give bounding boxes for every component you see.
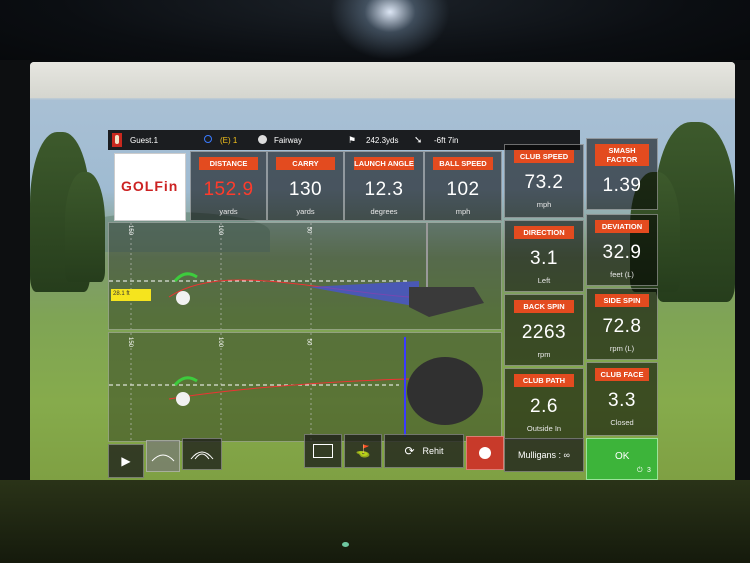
swing-icon: ⛳ [355,444,371,458]
mulligans-label: Mulligans : ∞ [518,450,570,460]
circle-icon [204,135,212,143]
stat-label: SIDE SPIN [594,294,650,307]
flag-distance-label: 28.1 ft [113,291,130,297]
yard-mark-50: 50 [305,338,312,346]
low-trajectory-button[interactable] [146,440,180,472]
score-label: (E) 1 [220,135,238,145]
stat-label: CLUB FACE [594,368,650,381]
stat-label: BACK SPIN [513,300,575,313]
stat-label: LAUNCH ANGLE [353,157,415,170]
floor [0,480,750,563]
yard-mark-150: 150 [127,224,134,236]
stat-smash-factor: SMASH FACTOR 1.39 [586,138,658,210]
stat-label: SMASH FACTOR [594,144,650,166]
power-icon: ⏻ [637,467,643,474]
stat-club-face: CLUB FACE 3.3 Closed [586,362,658,436]
stat-back-spin: BACK SPIN 2263 rpm [504,294,584,366]
mulligans-counter: Mulligans : ∞ [504,438,584,472]
stat-value: 72.8 [602,316,642,337]
lie-label: Fairway [274,135,303,145]
golfer-icon [112,133,122,147]
rehit-button[interactable]: ⟳ Rehit [384,434,464,468]
stat-side-spin: SIDE SPIN 72.8 rpm (L) [586,288,658,360]
distance-to-pin: 242.3yds [366,135,399,145]
rehit-label: Rehit [422,446,444,456]
stat-unit: mph [455,207,471,216]
stat-unit: mph [536,200,552,209]
side-view-panel: 28.1 ft 150 100 50 [108,222,502,330]
tree [65,172,105,282]
player-name: Guest.1 [130,135,159,145]
stat-unit: rpm (L) [609,344,635,353]
stat-launch-angle: LAUNCH ANGLE 12.3 degrees [344,151,424,221]
stat-value: 32.9 [602,242,642,263]
yard-mark-150: 150 [127,336,134,348]
yard-mark-100: 100 [217,336,224,348]
yard-mark-50: 50 [305,226,312,234]
ok-button[interactable]: OK ⏻ 3 [586,438,658,480]
screen-top-band [30,62,735,98]
stat-club-speed: CLUB SPEED 73.2 mph [504,144,584,218]
floor-marker [342,542,349,547]
simulator-screen: Guest.1 (E) 1 Fairway ⚑ 242.3yds ➘ -6ft … [30,62,735,487]
golfin-logo: GOLFin [114,153,186,221]
ok-label: OK [615,451,630,462]
ceiling-light [330,0,450,60]
stat-label: BALL SPEED [433,157,493,170]
stat-club-path: CLUB PATH 2.6 Outside In [504,368,584,440]
mulligan-button[interactable] [466,436,504,470]
stat-label: CLUB SPEED [513,150,575,163]
stat-unit: Outside In [526,424,562,433]
stat-unit: rpm [537,350,551,359]
play-button[interactable]: ▶ [108,444,144,478]
mulligan-icon [479,447,491,459]
stat-deviation: DEVIATION 32.9 feet (L) [586,214,658,286]
stat-label: DISTANCE [199,157,258,170]
stat-value: 2.6 [530,396,558,417]
flag-icon: ⚑ [348,134,357,145]
stat-unit: yards [296,207,315,216]
stat-value: 2263 [521,322,567,343]
stat-ball-speed: BALL SPEED 102 mph [424,151,502,221]
stat-value: 12.3 [364,179,404,200]
stat-label: DEVIATION [594,220,650,233]
refresh-icon: ⟳ [404,444,415,458]
top-view-panel: 150 100 50 [108,332,502,442]
stat-value: 102 [446,179,480,200]
top-view-graphic [109,333,483,441]
play-icon: ▶ [121,454,131,468]
trajectory-low-icon [151,454,175,462]
trajectory-high-icon [190,451,214,460]
arrow-down-right-icon: ➘ [414,134,423,146]
high-trajectory-button[interactable] [182,438,222,470]
stat-label: DIRECTION [513,226,575,239]
replay-video-button[interactable] [304,434,342,468]
stat-value: 3.1 [530,248,558,269]
stat-carry: CARRY 130 yards [267,151,344,221]
stat-label: CLUB PATH [513,374,575,387]
stat-unit: Closed [610,418,634,427]
stat-unit: degrees [370,207,398,216]
video-icon [313,444,333,458]
shot-data-overlay: Guest.1 (E) 1 Fairway ⚑ 242.3yds ➘ -6ft … [108,130,658,487]
logo-text: GOLFin [121,178,179,194]
stat-value: 73.2 [524,172,564,193]
yard-mark-100: 100 [217,224,224,236]
swing-view-button[interactable]: ⛳ [344,434,382,468]
ok-count: 3 [647,467,651,474]
ball-icon [258,135,267,144]
stat-unit: yards [219,207,238,216]
stat-distance: DISTANCE 152.9 yards [190,151,267,221]
pin-offset: -6ft 7in [434,135,459,145]
stat-unit: feet (L) [610,270,634,279]
side-view-graphic [109,223,484,329]
stat-value: 3.3 [608,390,636,411]
stat-direction: DIRECTION 3.1 Left [504,220,584,292]
stat-label: CARRY [276,157,335,170]
stat-value: 130 [288,179,323,200]
stat-value: 152.9 [203,179,254,200]
left-wall [0,60,30,490]
stat-value: 1.39 [602,175,642,196]
stat-unit: Left [537,276,551,285]
